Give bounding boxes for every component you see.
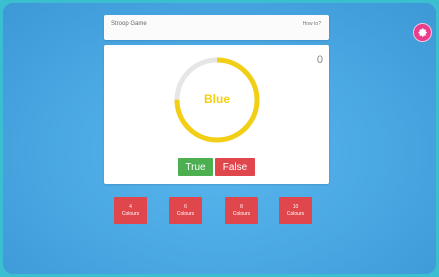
- settings-button[interactable]: [413, 23, 432, 42]
- true-button[interactable]: True: [178, 158, 213, 176]
- game-card: 0 Blue True False: [104, 45, 329, 184]
- colours-label: Colours: [232, 210, 251, 217]
- colours-label: Colours: [286, 210, 305, 217]
- colours-10-button[interactable]: 10 Colours: [279, 197, 312, 224]
- colours-label: Colours: [121, 210, 140, 217]
- colours-count: 10: [292, 203, 299, 210]
- game-title: Stroop Game: [111, 21, 147, 27]
- colours-6-button[interactable]: 6 Colours: [169, 197, 202, 224]
- how-to-link[interactable]: How to?: [303, 21, 321, 27]
- colours-count: 4: [129, 203, 132, 210]
- colours-4-button[interactable]: 4 Colours: [114, 197, 147, 224]
- gear-icon: [418, 28, 427, 37]
- colours-count: 6: [184, 203, 187, 210]
- false-button[interactable]: False: [215, 158, 255, 176]
- colours-label: Colours: [176, 210, 195, 217]
- game-header: Stroop Game How to?: [104, 15, 329, 40]
- colours-8-button[interactable]: 8 Colours: [225, 197, 258, 224]
- colours-count: 8: [240, 203, 243, 210]
- stimulus-word: Blue: [203, 92, 230, 106]
- game-stage: Stroop Game How to? 0 Blue True False 4 …: [3, 3, 436, 274]
- score-counter: 0: [316, 54, 323, 66]
